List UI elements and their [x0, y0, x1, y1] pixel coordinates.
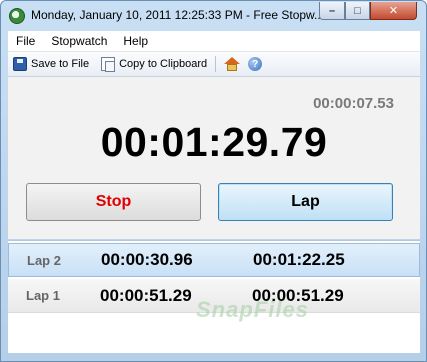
maximize-button[interactable]: □ — [345, 2, 370, 20]
stop-button[interactable]: Stop — [26, 183, 201, 221]
menu-stopwatch[interactable]: Stopwatch — [43, 34, 115, 48]
toolbar: Save to File Copy to Clipboard ? — [8, 52, 420, 77]
menu-help[interactable]: Help — [115, 34, 156, 48]
title-bar[interactable]: Monday, January 10, 2011 12:25:33 PM - F… — [1, 1, 426, 31]
minimize-button[interactable]: – — [319, 2, 345, 20]
lap-name: Lap 1 — [26, 288, 60, 303]
save-to-file-label: Save to File — [31, 58, 90, 70]
lap-button[interactable]: Lap — [218, 183, 393, 221]
lap-total-time: 00:01:22.25 — [253, 250, 345, 269]
lap-split-time: 00:00:30.96 — [101, 250, 193, 269]
help-icon[interactable]: ? — [248, 57, 263, 71]
total-elapsed-time: 00:01:29.79 — [100, 119, 328, 165]
toolbar-separator — [215, 56, 217, 72]
window-title: Monday, January 10, 2011 12:25:33 PM - F… — [31, 8, 321, 22]
copy-to-clipboard-label: Copy to Clipboard — [119, 58, 208, 70]
floppy-disk-icon — [13, 57, 27, 71]
copy-to-clipboard-button[interactable]: Copy to Clipboard — [101, 57, 208, 72]
menu-bar: File Stopwatch Help — [8, 31, 420, 52]
current-lap-time: 00:00:07.53 — [313, 95, 394, 112]
copy-icon — [101, 57, 116, 72]
stopwatch-app-icon[interactable] — [9, 8, 25, 24]
close-button[interactable]: ✕ — [370, 2, 417, 20]
stopwatch-panel: 00:00:07.53 00:01:29.79 Stop Lap — [8, 77, 420, 239]
lap-name: Lap 2 — [27, 252, 61, 268]
save-to-file-button[interactable]: Save to File — [13, 57, 89, 71]
app-window: Monday, January 10, 2011 12:25:33 PM - F… — [0, 0, 427, 362]
menu-file[interactable]: File — [8, 34, 43, 48]
snapfiles-watermark: SnapFiles — [196, 297, 309, 322]
lap-row[interactable]: Lap 2 00:00:30.96 00:01:22.25 — [8, 243, 420, 277]
home-icon[interactable] — [224, 57, 241, 71]
